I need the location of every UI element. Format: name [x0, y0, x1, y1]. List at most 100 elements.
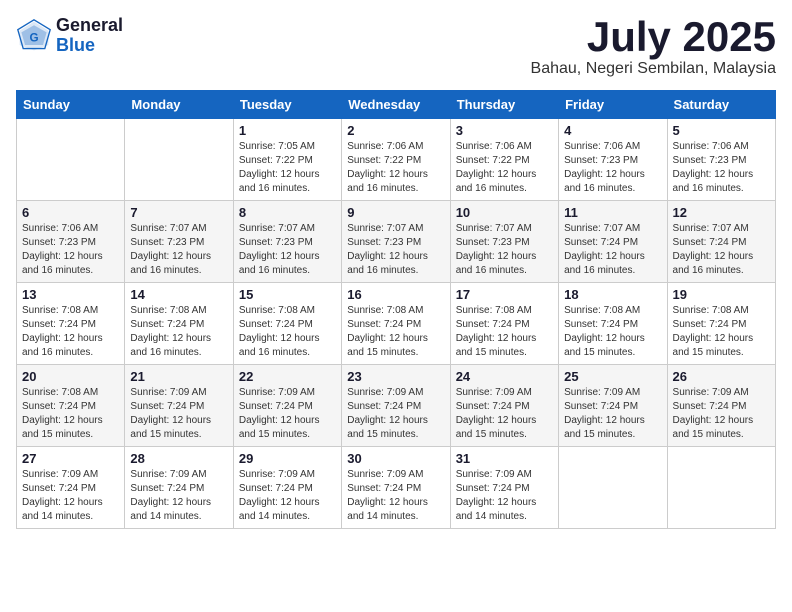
svg-text:G: G [29, 31, 38, 44]
calendar-cell: 9 Sunrise: 7:07 AMSunset: 7:23 PMDaylight… [342, 201, 450, 283]
day-info: Sunrise: 7:08 AMSunset: 7:24 PMDaylight:… [130, 304, 227, 360]
day-number: 28 [130, 451, 227, 466]
day-number: 18 [564, 287, 661, 302]
day-number: 14 [130, 287, 227, 302]
weekday-header-saturday: Saturday [667, 91, 775, 119]
page-header: G General Blue July 2025 Bahau, Negeri S… [16, 16, 776, 78]
calendar-week-row: 20Sunrise: 7:08 AMSunset: 7:24 PMDayligh… [17, 365, 776, 447]
day-number: 7 [130, 205, 227, 220]
calendar-header-row: SundayMondayTuesdayWednesdayThursdayFrid… [17, 91, 776, 119]
calendar-cell: 17Sunrise: 7:08 AMSunset: 7:24 PMDayligh… [450, 283, 558, 365]
title-location: Bahau, Negeri Sembilan, Malaysia [531, 60, 776, 78]
calendar-table: SundayMondayTuesdayWednesdayThursdayFrid… [16, 90, 776, 529]
day-info: Sunrise: 7:07 AMSunset: 7:23 PMDaylight:… [130, 222, 227, 278]
day-info: Sunrise: 7:09 AMSunset: 7:24 PMDaylight:… [239, 468, 336, 524]
day-info: Sunrise: 7:09 AMSunset: 7:24 PMDaylight:… [130, 386, 227, 442]
calendar-cell: 26 Sunrise: 7:09 AMSunset: 7:24 PMDayligh… [667, 365, 775, 447]
calendar-cell: 28 Sunrise: 7:09 AMSunset: 7:24 PMDayligh… [125, 447, 233, 529]
title-block: July 2025 Bahau, Negeri Sembilan, Malays… [531, 16, 776, 78]
day-info: Sunrise: 7:08 AMSunset: 7:24 PMDaylight:… [22, 304, 119, 360]
day-info: Sunrise: 7:07 AMSunset: 7:23 PMDaylight:… [239, 222, 336, 278]
day-number: 23 [347, 369, 444, 384]
logo-general: General [56, 16, 123, 36]
calendar-cell: 14 Sunrise: 7:08 AMSunset: 7:24 PMDayligh… [125, 283, 233, 365]
day-number: 27 [22, 451, 119, 466]
day-info: Sunrise: 7:05 AMSunset: 7:22 PMDaylight:… [239, 140, 336, 196]
calendar-cell [125, 119, 233, 201]
day-info: Sunrise: 7:08 AMSunset: 7:24 PMDaylight:… [673, 304, 770, 360]
day-number: 3 [456, 123, 553, 138]
calendar-cell: 21 Sunrise: 7:09 AMSunset: 7:24 PMDayligh… [125, 365, 233, 447]
calendar-cell: 1 Sunrise: 7:05 AMSunset: 7:22 PMDaylight… [233, 119, 341, 201]
calendar-cell: 11 Sunrise: 7:07 AMSunset: 7:24 PMDayligh… [559, 201, 667, 283]
calendar-cell: 19 Sunrise: 7:08 AMSunset: 7:24 PMDayligh… [667, 283, 775, 365]
day-number: 6 [22, 205, 119, 220]
calendar-cell: 18 Sunrise: 7:08 AMSunset: 7:24 PMDayligh… [559, 283, 667, 365]
calendar-week-row: 6Sunrise: 7:06 AMSunset: 7:23 PMDaylight… [17, 201, 776, 283]
day-number: 2 [347, 123, 444, 138]
day-number: 15 [239, 287, 336, 302]
day-number: 9 [347, 205, 444, 220]
day-number: 16 [347, 287, 444, 302]
day-info: Sunrise: 7:09 AMSunset: 7:24 PMDaylight:… [130, 468, 227, 524]
day-info: Sunrise: 7:09 AMSunset: 7:24 PMDaylight:… [456, 386, 553, 442]
day-info: Sunrise: 7:06 AMSunset: 7:22 PMDaylight:… [456, 140, 553, 196]
day-number: 10 [456, 205, 553, 220]
calendar-week-row: 13 Sunrise: 7:08 AMSunset: 7:24 PMDayligh… [17, 283, 776, 365]
day-number: 12 [673, 205, 770, 220]
day-number: 19 [673, 287, 770, 302]
day-info: Sunrise: 7:07 AMSunset: 7:23 PMDaylight:… [347, 222, 444, 278]
calendar-cell: 8 Sunrise: 7:07 AMSunset: 7:23 PMDaylight… [233, 201, 341, 283]
day-info: Sunrise: 7:06 AMSunset: 7:23 PMDaylight:… [564, 140, 661, 196]
calendar-week-row: 27 Sunrise: 7:09 AMSunset: 7:24 PMDayligh… [17, 447, 776, 529]
day-info: Sunrise: 7:09 AMSunset: 7:24 PMDaylight:… [22, 468, 119, 524]
weekday-header-monday: Monday [125, 91, 233, 119]
calendar-cell: 23 Sunrise: 7:09 AMSunset: 7:24 PMDayligh… [342, 365, 450, 447]
day-info: Sunrise: 7:08 AMSunset: 7:24 PMDaylight:… [564, 304, 661, 360]
day-info: Sunrise: 7:09 AMSunset: 7:24 PMDaylight:… [456, 468, 553, 524]
weekday-header-wednesday: Wednesday [342, 91, 450, 119]
day-info: Sunrise: 7:09 AMSunset: 7:24 PMDaylight:… [347, 386, 444, 442]
day-number: 21 [130, 369, 227, 384]
calendar-cell: 29 Sunrise: 7:09 AMSunset: 7:24 PMDayligh… [233, 447, 341, 529]
day-info: Sunrise: 7:07 AMSunset: 7:24 PMDaylight:… [564, 222, 661, 278]
title-month: July 2025 [531, 16, 776, 58]
calendar-week-row: 1 Sunrise: 7:05 AMSunset: 7:22 PMDaylight… [17, 119, 776, 201]
calendar-cell: 3 Sunrise: 7:06 AMSunset: 7:22 PMDaylight… [450, 119, 558, 201]
day-number: 8 [239, 205, 336, 220]
logo-blue: Blue [56, 36, 123, 56]
calendar-cell: 10 Sunrise: 7:07 AMSunset: 7:23 PMDayligh… [450, 201, 558, 283]
calendar-cell: 27 Sunrise: 7:09 AMSunset: 7:24 PMDayligh… [17, 447, 125, 529]
day-info: Sunrise: 7:09 AMSunset: 7:24 PMDaylight:… [673, 386, 770, 442]
day-number: 30 [347, 451, 444, 466]
day-info: Sunrise: 7:08 AMSunset: 7:24 PMDaylight:… [456, 304, 553, 360]
calendar-cell: 25Sunrise: 7:09 AMSunset: 7:24 PMDayligh… [559, 365, 667, 447]
day-number: 29 [239, 451, 336, 466]
day-info: Sunrise: 7:08 AMSunset: 7:24 PMDaylight:… [347, 304, 444, 360]
day-number: 5 [673, 123, 770, 138]
calendar-cell: 7 Sunrise: 7:07 AMSunset: 7:23 PMDaylight… [125, 201, 233, 283]
day-info: Sunrise: 7:09 AMSunset: 7:24 PMDaylight:… [347, 468, 444, 524]
calendar-cell: 22Sunrise: 7:09 AMSunset: 7:24 PMDayligh… [233, 365, 341, 447]
calendar-cell: 24 Sunrise: 7:09 AMSunset: 7:24 PMDayligh… [450, 365, 558, 447]
calendar-cell: 15 Sunrise: 7:08 AMSunset: 7:24 PMDayligh… [233, 283, 341, 365]
calendar-cell: 12 Sunrise: 7:07 AMSunset: 7:24 PMDayligh… [667, 201, 775, 283]
day-info: Sunrise: 7:07 AMSunset: 7:24 PMDaylight:… [673, 222, 770, 278]
weekday-header-sunday: Sunday [17, 91, 125, 119]
day-info: Sunrise: 7:08 AMSunset: 7:24 PMDaylight:… [239, 304, 336, 360]
day-number: 20 [22, 369, 119, 384]
day-number: 1 [239, 123, 336, 138]
day-number: 26 [673, 369, 770, 384]
calendar-cell: 20Sunrise: 7:08 AMSunset: 7:24 PMDayligh… [17, 365, 125, 447]
calendar-cell: 2Sunrise: 7:06 AMSunset: 7:22 PMDaylight… [342, 119, 450, 201]
calendar-cell: 5 Sunrise: 7:06 AMSunset: 7:23 PMDaylight… [667, 119, 775, 201]
day-number: 24 [456, 369, 553, 384]
day-info: Sunrise: 7:09 AMSunset: 7:24 PMDaylight:… [239, 386, 336, 442]
calendar-cell: 16 Sunrise: 7:08 AMSunset: 7:24 PMDayligh… [342, 283, 450, 365]
weekday-header-friday: Friday [559, 91, 667, 119]
calendar-cell: 30 Sunrise: 7:09 AMSunset: 7:24 PMDayligh… [342, 447, 450, 529]
day-info: Sunrise: 7:07 AMSunset: 7:23 PMDaylight:… [456, 222, 553, 278]
day-info: Sunrise: 7:06 AMSunset: 7:23 PMDaylight:… [673, 140, 770, 196]
day-number: 11 [564, 205, 661, 220]
day-number: 13 [22, 287, 119, 302]
